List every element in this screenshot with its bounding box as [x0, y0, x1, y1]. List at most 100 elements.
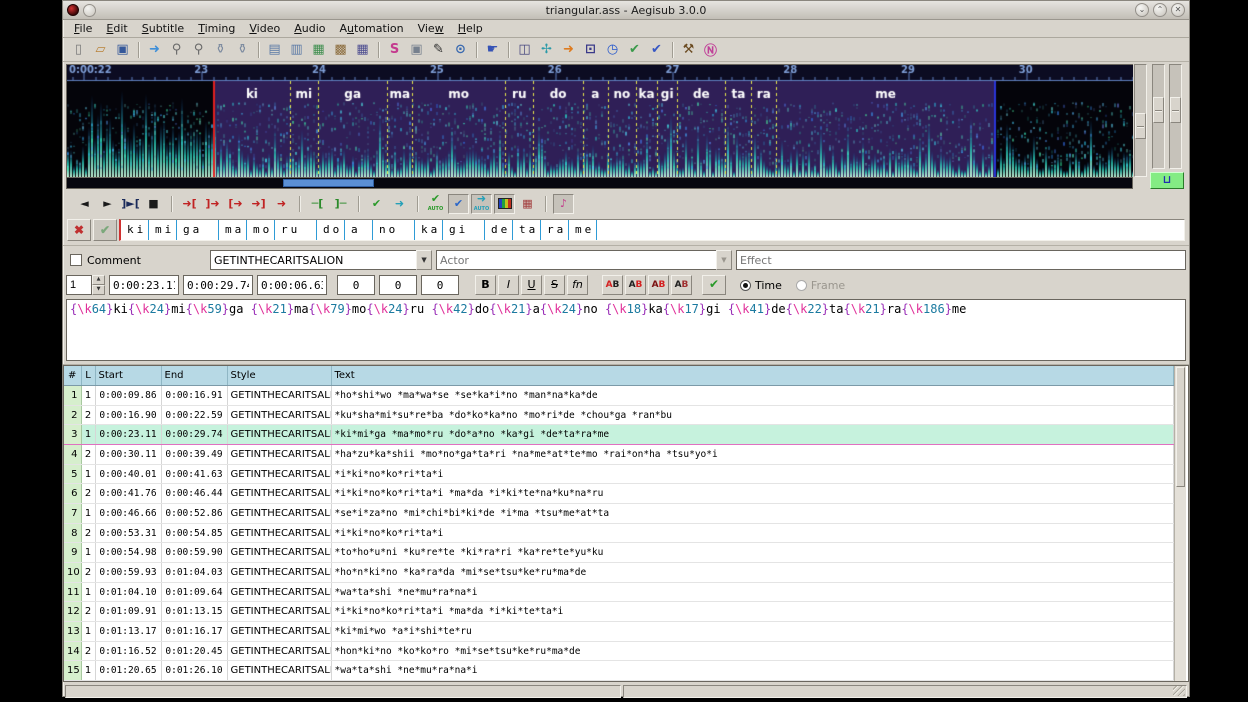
karaoke-syllable[interactable]: a: [345, 220, 373, 240]
table-row[interactable]: 710:00:46.660:00:52.86GETINTHECARITSALIO…: [64, 504, 1174, 524]
table-row[interactable]: 1510:01:20.650:01:26.10GETINTHECARITSALI…: [64, 661, 1174, 681]
table-row[interactable]: 510:00:40.010:00:41.63GETINTHECARITSALIO…: [64, 464, 1174, 484]
karaoke-syllable[interactable]: mi: [149, 220, 177, 240]
table-row[interactable]: 220:00:16.900:00:22.59GETINTHECARITSALIO…: [64, 405, 1174, 425]
menu-audio[interactable]: Audio: [287, 21, 332, 36]
resize-grip[interactable]: [1173, 686, 1185, 696]
subtitle-edit-area[interactable]: {\k64}ki{\k24}mi{\k59}ga {\k21}ma{\k79}m…: [66, 299, 1186, 361]
open-file-icon[interactable]: ▱: [90, 40, 111, 60]
auto-scroll-icon[interactable]: ➜AUTO: [471, 194, 492, 214]
menu-timing[interactable]: Timing: [191, 21, 242, 36]
font-button[interactable]: fn: [567, 275, 588, 295]
menu-file[interactable]: File: [67, 21, 99, 36]
search-icon[interactable]: ⚲: [166, 40, 187, 60]
audio-spectrogram[interactable]: [66, 64, 1133, 178]
karaoke-syllable[interactable]: ra: [541, 220, 569, 240]
duration-input[interactable]: [257, 275, 327, 295]
table-row[interactable]: 420:00:30.110:00:39.49GETINTHECARITSALIO…: [64, 445, 1174, 465]
spectrum-mode-icon[interactable]: [494, 194, 515, 214]
karaoke-syllable[interactable]: ki: [121, 220, 149, 240]
table-row[interactable]: 310:00:23.110:00:29.74GETINTHECARITSALIO…: [64, 425, 1174, 445]
layer-down-icon[interactable]: ▼: [92, 285, 105, 295]
karaoke-syllable[interactable]: ka: [415, 220, 443, 240]
spell-checker-icon[interactable]: ✔: [646, 40, 667, 60]
audio-scale-slider-handle[interactable]: [1135, 113, 1146, 139]
scroll-left-icon[interactable]: ◄: [74, 194, 95, 214]
play-to-end-icon[interactable]: ➜: [271, 194, 292, 214]
minimize-icon[interactable]: ⌄: [1135, 3, 1149, 17]
select-lines-icon[interactable]: ⚱: [210, 40, 231, 60]
shift-times-icon[interactable]: ✎: [428, 40, 449, 60]
play-first-500ms-icon[interactable]: [➜: [225, 194, 246, 214]
menu-edit[interactable]: Edit: [99, 21, 134, 36]
style-input[interactable]: [210, 250, 416, 270]
audio-scrollbar-thumb[interactable]: [283, 179, 374, 187]
table-row[interactable]: 1220:01:09.910:01:13.15GETINTHECARITSALI…: [64, 602, 1174, 622]
karaoke-syllable[interactable]: me: [569, 220, 597, 240]
link-vertical-zoom-icon[interactable]: ▦: [517, 194, 538, 214]
jump-to-icon[interactable]: ➜: [144, 40, 165, 60]
style-dropdown-icon[interactable]: ▼: [416, 250, 432, 270]
translation-assistant-icon[interactable]: ▣: [406, 40, 427, 60]
resample-resolution-icon[interactable]: ▩: [330, 40, 351, 60]
commit-icon[interactable]: ✔: [366, 194, 387, 214]
audio-scrollbar[interactable]: [66, 178, 1133, 189]
strikeout-button[interactable]: S: [544, 275, 565, 295]
table-row[interactable]: 110:00:09.860:00:16.91GETINTHECARITSALIO…: [64, 386, 1174, 406]
karaoke-syllable[interactable]: do: [317, 220, 345, 240]
lead-out-icon[interactable]: ]─: [330, 194, 351, 214]
play-last-500ms-icon[interactable]: ➜]: [248, 194, 269, 214]
close-icon[interactable]: ✕: [1171, 3, 1185, 17]
menu-video[interactable]: Video: [242, 21, 287, 36]
link-zoom-volume-button[interactable]: ⊔: [1150, 172, 1184, 189]
audio-scale-slider[interactable]: [1134, 64, 1147, 177]
play-selection-icon[interactable]: ]►[: [120, 194, 141, 214]
table-row[interactable]: 1420:01:16.520:01:20.45GETINTHECARITSALI…: [64, 641, 1174, 661]
volume-slider[interactable]: [1169, 64, 1182, 169]
table-row[interactable]: 820:00:53.310:00:54.85GETINTHECARITSALIO…: [64, 523, 1174, 543]
menu-automation[interactable]: Automation: [333, 21, 411, 36]
scroll-right-icon[interactable]: ►: [97, 194, 118, 214]
shift-to-frame-icon[interactable]: ➜: [558, 40, 579, 60]
table-row[interactable]: 1310:01:13.170:01:16.17GETINTHECARITSALI…: [64, 622, 1174, 642]
comment-checkbox[interactable]: [70, 254, 82, 266]
table-row[interactable]: 910:00:54.980:00:59.90GETINTHECARITSALIO…: [64, 543, 1174, 563]
layer-up-icon[interactable]: ▲: [92, 275, 105, 285]
underline-button[interactable]: U: [521, 275, 542, 295]
secondary-color-button[interactable]: AB: [625, 275, 646, 295]
start-time-input[interactable]: [109, 275, 179, 295]
vertical-zoom-slider[interactable]: [1152, 64, 1165, 169]
cycle-tag-hiding-icon[interactable]: ⚱: [232, 40, 253, 60]
effect-input[interactable]: [736, 250, 1186, 270]
lead-in-icon[interactable]: ─[: [307, 194, 328, 214]
search-replace-icon[interactable]: ⚲: [188, 40, 209, 60]
margin-vertical-input[interactable]: [421, 275, 459, 295]
styling-assistant-icon[interactable]: S: [384, 40, 405, 60]
maximize-icon[interactable]: ⌃: [1153, 3, 1167, 17]
time-radio[interactable]: [740, 280, 751, 291]
karaoke-syllable[interactable]: ta: [513, 220, 541, 240]
video-zoom-icon[interactable]: ⊡: [580, 40, 601, 60]
attachments-icon[interactable]: ▥: [286, 40, 307, 60]
select-visible-icon[interactable]: ☛: [482, 40, 503, 60]
outline-color-button[interactable]: AB: [648, 275, 669, 295]
karaoke-cancel-button[interactable]: ✖: [67, 219, 91, 241]
save-file-icon[interactable]: ▣: [112, 40, 133, 60]
timing-post-processor-icon[interactable]: ◷: [602, 40, 623, 60]
margin-right-input[interactable]: [379, 275, 417, 295]
grid-scrollbar-thumb[interactable]: [1176, 367, 1185, 487]
new-file-icon[interactable]: ▯: [68, 40, 89, 60]
stop-icon[interactable]: ■: [143, 194, 164, 214]
margin-left-input[interactable]: [337, 275, 375, 295]
menu-view[interactable]: View: [411, 21, 451, 36]
karaoke-accept-button[interactable]: ✔: [93, 219, 117, 241]
video-jump-icon[interactable]: ◫: [514, 40, 535, 60]
bold-button[interactable]: B: [475, 275, 496, 295]
properties-icon[interactable]: ▤: [264, 40, 285, 60]
kanji-timer-icon[interactable]: ✔: [624, 40, 645, 60]
karaoke-syllable[interactable]: ga: [177, 220, 219, 240]
menu-subtitle[interactable]: Subtitle: [135, 21, 191, 36]
app-logo-icon[interactable]: Ⓝ: [700, 40, 721, 60]
primary-color-button[interactable]: AB: [602, 275, 623, 295]
fonts-collector-icon[interactable]: ▦: [352, 40, 373, 60]
